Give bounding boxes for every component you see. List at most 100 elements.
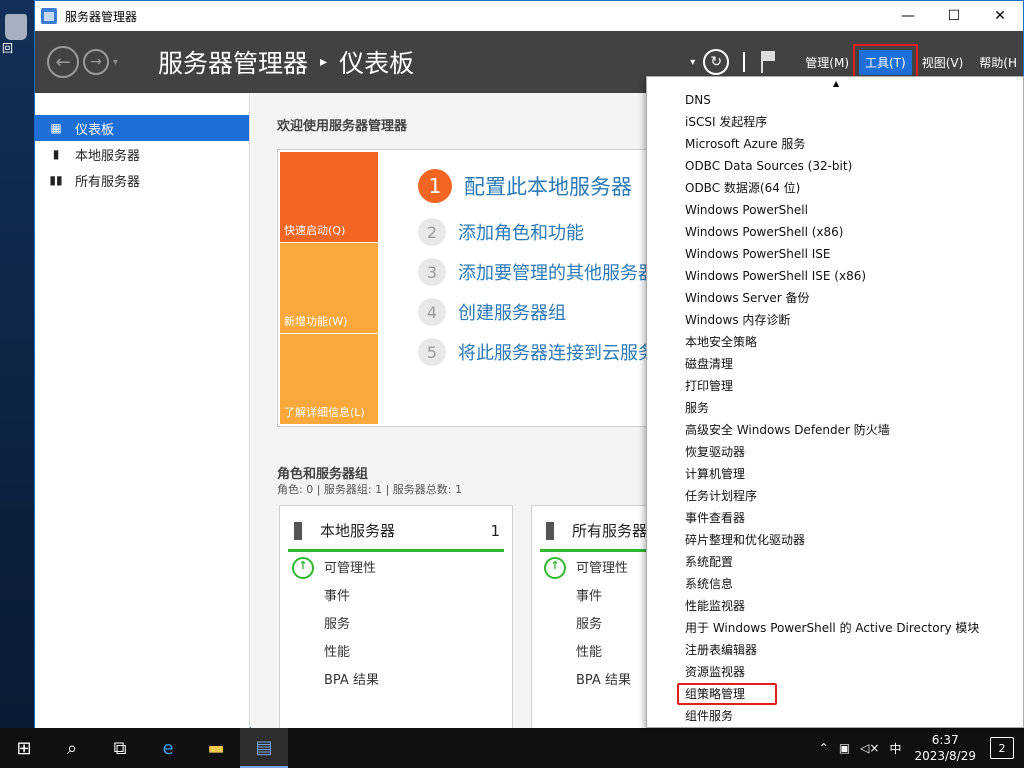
step-link[interactable]: 添加角色和功能 [458,219,584,245]
recycle-bin-icon[interactable]: 回 [2,14,30,55]
card-row-performance[interactable]: 性能 [288,636,504,664]
search-icon[interactable]: ⌕ [48,728,96,768]
tools-menu-item[interactable]: Windows PowerShell ISE (x86) [647,265,1023,287]
step-1[interactable]: 1 配置此本地服务器 [418,169,656,203]
volume-icon[interactable]: ◁× [860,741,879,755]
step-5[interactable]: 5 将此服务器连接到云服务 [418,338,656,366]
tools-menu-item[interactable]: 碎片整理和优化驱动器 [647,529,1023,551]
server-icon [546,521,554,540]
menu-tools[interactable]: 工具(T) [853,43,918,81]
breadcrumb-dropdown-icon[interactable]: ▾ [690,57,695,68]
menu-pointer-icon: ▲ [833,79,840,88]
forward-button[interactable]: → [83,49,109,75]
server-manager-taskbar-icon[interactable]: ▤ [240,728,288,768]
tile-learn-more[interactable]: 了解详细信息(L) [280,334,378,424]
step-link[interactable]: 将此服务器连接到云服务 [458,339,656,365]
dashboard-icon: ▦ [50,121,62,135]
tools-menu-item[interactable]: 资源监视器 [647,661,1023,683]
step-link[interactable]: 添加要管理的其他服务器 [458,259,656,285]
back-button[interactable]: ← [47,46,79,78]
card-title: 所有服务器 [572,522,648,540]
card-count: 1 [490,521,500,540]
tools-menu-item[interactable]: Windows Server 备份 [647,287,1023,309]
quick-start-steps: 1 配置此本地服务器 2 添加角色和功能 3 添加要管理的其他服务器 4 创建服务器组 … [418,169,656,378]
welcome-heading: 欢迎使用服务器管理器 [277,119,408,134]
tools-menu-item[interactable]: Windows PowerShell [647,199,1023,221]
tools-menu-item[interactable]: 本地安全策略 [647,331,1023,353]
card-local-server[interactable]: 本地服务器 1 可管理性 事件 服务 性能 BPA 结果 [279,505,513,728]
tools-menu-item[interactable]: 恢复驱动器 [647,441,1023,463]
tools-menu-item[interactable]: Microsoft Azure 服务 [647,133,1023,155]
tools-menu-item[interactable]: 服务 [647,397,1023,419]
file-explorer-icon[interactable]: ▬ [192,728,240,768]
tools-menu-item[interactable]: 事件查看器 [647,507,1023,529]
tile-quick-start[interactable]: 快速启动(Q) [280,152,378,242]
tile-whats-new[interactable]: 新增功能(W) [280,243,378,333]
card-row-bpa[interactable]: BPA 结果 [288,664,504,692]
tools-menu-item[interactable]: 系统信息 [647,573,1023,595]
clock-time: 6:37 [931,733,959,747]
divider [743,52,746,72]
tools-menu-item[interactable]: Windows PowerShell ISE [647,243,1023,265]
tools-menu-item[interactable]: Windows 内存诊断 [647,309,1023,331]
notification-center-icon[interactable]: 2 [990,737,1014,759]
tools-menu-item[interactable]: 磁盘清理 [647,353,1023,375]
minimize-button[interactable]: — [885,1,931,31]
quick-start-panel: 快速启动(Q) 新增功能(W) 了解详细信息(L) 1 配置此本地服务器 2 添加角… [277,149,677,427]
history-dropdown-icon[interactable]: ▾ [113,57,118,68]
maximize-button[interactable]: ☐ [931,1,977,31]
refresh-icon[interactable]: ↻ [703,49,730,75]
sidebar-item-local-server[interactable]: ▮ 本地服务器 [35,141,249,167]
card-row-events[interactable]: 事件 [288,580,504,608]
tools-menu-item[interactable]: 打印管理 [647,375,1023,397]
step-number: 3 [418,258,446,286]
menu-view[interactable]: 视图(V) [916,50,970,75]
breadcrumb-separator-icon: ▸ [320,54,328,70]
breadcrumb-app[interactable]: 服务器管理器 [158,44,308,80]
window-title: 服务器管理器 [65,9,138,24]
taskbar: ⊞ ⌕ ⧉ e ▬ ▤ ⌃ ▣ ◁× 中 6:37 2023/8/29 2 [0,728,1024,768]
network-icon[interactable]: ▣ [839,741,850,755]
tools-menu-item[interactable]: DNS [647,89,1023,111]
step-number: 1 [418,169,452,203]
tools-menu-item[interactable]: ODBC Data Sources (32-bit) [647,155,1023,177]
desktop: 回 [0,0,34,728]
sidebar-item-label: 仪表板 [75,122,115,138]
tools-menu-item[interactable]: 用于 Windows PowerShell 的 Active Directory… [647,617,1023,639]
tools-menu-item[interactable]: 组策略管理 [677,683,777,705]
tools-menu-item[interactable]: 计算机管理 [647,463,1023,485]
notifications-flag-icon[interactable] [759,51,777,73]
clock[interactable]: 6:37 2023/8/29 [914,732,976,764]
tools-menu-item[interactable]: 组件服务 [647,705,1023,727]
task-view-icon[interactable]: ⧉ [96,728,144,768]
step-link[interactable]: 创建服务器组 [458,299,566,325]
step-3[interactable]: 3 添加要管理的其他服务器 [418,258,656,286]
menu-help[interactable]: 帮助(H [973,50,1023,75]
tools-menu-item[interactable]: 性能监视器 [647,595,1023,617]
step-4[interactable]: 4 创建服务器组 [418,298,656,326]
start-button[interactable]: ⊞ [0,728,48,768]
card-row-services[interactable]: 服务 [288,608,504,636]
step-2[interactable]: 2 添加角色和功能 [418,218,656,246]
menu-manage[interactable]: 管理(M) [799,50,855,75]
notification-count: 2 [998,741,1006,755]
ime-indicator[interactable]: 中 [889,740,901,757]
tools-menu-item[interactable]: Windows PowerShell (x86) [647,221,1023,243]
card-row-manageability[interactable]: 可管理性 [288,552,504,580]
recycle-bin-label: 回 [2,42,13,55]
tools-menu-item[interactable]: 任务计划程序 [647,485,1023,507]
tools-menu-item[interactable]: 高级安全 Windows Defender 防火墙 [647,419,1023,441]
close-button[interactable]: ✕ [977,1,1023,31]
card-header[interactable]: 本地服务器 1 [288,520,504,552]
show-hidden-icons-icon[interactable]: ⌃ [819,741,829,755]
tools-menu-list: DNS iSCSI 发起程序 Microsoft Azure 服务 ODBC Data… [647,77,1023,727]
tools-menu-item[interactable]: 系统配置 [647,551,1023,573]
sidebar-item-dashboard[interactable]: ▦ 仪表板 [35,115,249,141]
internet-explorer-icon[interactable]: e [144,728,192,768]
tools-menu-item[interactable]: ODBC 数据源(64 位) [647,177,1023,199]
tools-menu-item[interactable]: 注册表编辑器 [647,639,1023,661]
tools-menu-item[interactable]: iSCSI 发起程序 [647,111,1023,133]
step-link[interactable]: 配置此本地服务器 [464,171,632,201]
system-tray: ⌃ ▣ ◁× 中 6:37 2023/8/29 2 [814,732,1024,764]
sidebar-item-all-servers[interactable]: ▮▮ 所有服务器 [35,167,249,193]
